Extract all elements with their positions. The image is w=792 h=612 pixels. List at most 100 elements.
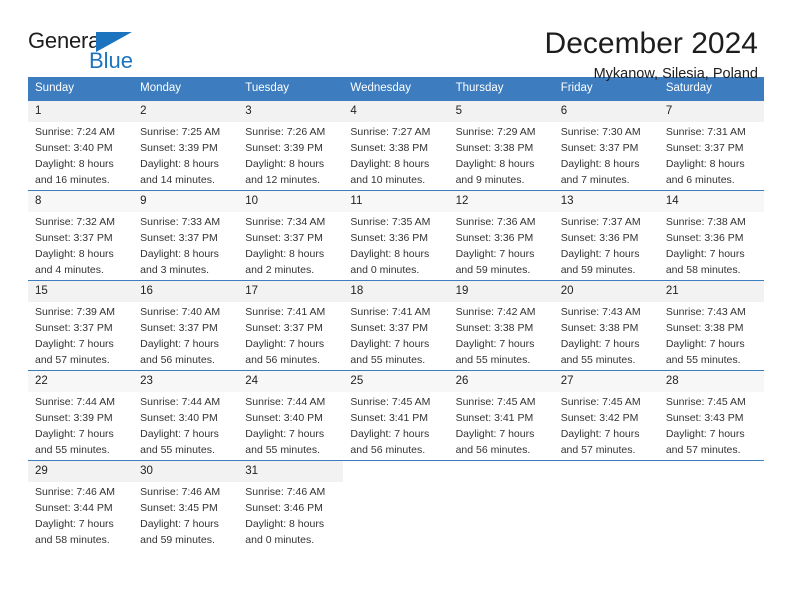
daylight-duration-line1: Daylight: 7 hours: [665, 337, 745, 350]
sunrise-time: Sunrise: 7:46 AM: [245, 485, 326, 498]
calendar-day-cell[interactable]: 28 Sunrise: 7:45 AM Sunset: 3:43 PM Dayligh…: [658, 370, 764, 461]
calendar-week-row: 15 Sunrise: 7:39 AM Sunset: 3:37 PM Dayligh…: [28, 280, 764, 371]
day-details: Sunrise: 7:35 AM Sunset: 3:36 PM Daylight:…: [343, 212, 448, 279]
sunset-time: Sunset: 3:36 PM: [350, 231, 429, 244]
day-number: 15: [28, 281, 134, 302]
title-block: December 2024 Mykanow, Silesia, Poland: [545, 27, 764, 82]
day-cell-inner: 5 Sunrise: 7:29 AM Sunset: 3:38 PM Daylight…: [448, 101, 554, 188]
sunrise-time: Sunrise: 7:45 AM: [560, 395, 641, 408]
calendar-day-cell[interactable]: 14 Sunrise: 7:38 AM Sunset: 3:36 PM Dayligh…: [658, 190, 764, 281]
calendar-day-cell[interactable]: 4 Sunrise: 7:27 AM Sunset: 3:38 PM Daylight…: [343, 100, 449, 191]
calendar-day-cell[interactable]: 21 Sunrise: 7:43 AM Sunset: 3:38 PM Dayligh…: [658, 280, 764, 371]
calendar-day-cell[interactable]: 3 Sunrise: 7:26 AM Sunset: 3:39 PM Daylight…: [238, 100, 344, 191]
day-details: Sunrise: 7:43 AM Sunset: 3:38 PM Daylight:…: [554, 302, 659, 369]
calendar-day-cell[interactable]: 15 Sunrise: 7:39 AM Sunset: 3:37 PM Dayligh…: [28, 280, 134, 371]
calendar-day-cell[interactable]: 5 Sunrise: 7:29 AM Sunset: 3:38 PM Daylight…: [448, 100, 554, 191]
day-cell-inner: 15 Sunrise: 7:39 AM Sunset: 3:37 PM Dayligh…: [28, 281, 134, 369]
calendar-day-cell[interactable]: 25 Sunrise: 7:45 AM Sunset: 3:41 PM Dayligh…: [343, 370, 449, 461]
day-cell-inner: 26 Sunrise: 7:45 AM Sunset: 3:41 PM Dayligh…: [448, 371, 554, 459]
daylight-duration-line2: and 6 minutes.: [665, 173, 735, 186]
sunrise-time: Sunrise: 7:44 AM: [35, 395, 115, 408]
calendar-day-cell[interactable]: 23 Sunrise: 7:44 AM Sunset: 3:40 PM Dayligh…: [133, 370, 239, 461]
sunrise-time: Sunrise: 7:40 AM: [140, 305, 221, 318]
day-cell-inner: 23 Sunrise: 7:44 AM Sunset: 3:40 PM Dayligh…: [133, 371, 239, 458]
day-number: 28: [658, 371, 764, 392]
day-cell-inner: 31 Sunrise: 7:46 AM Sunset: 3:46 PM Dayligh…: [238, 461, 344, 549]
sunset-time: Sunset: 3:38 PM: [350, 141, 429, 154]
day-number: 4: [343, 101, 449, 122]
sunset-time: Sunset: 3:37 PM: [245, 321, 323, 334]
calendar-day-cell[interactable]: 22 Sunrise: 7:44 AM Sunset: 3:39 PM Dayligh…: [28, 370, 134, 461]
day-details: Sunrise: 7:46 AM Sunset: 3:46 PM Daylight:…: [238, 482, 343, 549]
sunrise-time: Sunrise: 7:45 AM: [455, 395, 536, 408]
daylight-duration-line1: Daylight: 8 hours: [245, 517, 325, 530]
calendar-day-cell[interactable]: 9 Sunrise: 7:33 AM Sunset: 3:37 PM Daylight…: [133, 190, 239, 281]
calendar-day-cell[interactable]: 18 Sunrise: 7:41 AM Sunset: 3:37 PM Dayligh…: [343, 280, 449, 371]
day-cell-inner: 14 Sunrise: 7:38 AM Sunset: 3:36 PM Dayligh…: [658, 191, 764, 278]
day-details: Sunrise: 7:26 AM Sunset: 3:39 PM Daylight:…: [238, 122, 343, 189]
day-number: 20: [553, 281, 659, 302]
day-cell-inner: 20 Sunrise: 7:43 AM Sunset: 3:38 PM Dayligh…: [553, 281, 659, 369]
daylight-duration-line1: Daylight: 7 hours: [35, 337, 114, 350]
sunrise-time: Sunrise: 7:32 AM: [35, 215, 115, 228]
day-cell-inner: 9 Sunrise: 7:33 AM Sunset: 3:37 PM Daylight…: [133, 191, 239, 278]
day-number: 13: [553, 191, 659, 212]
day-cell-inner: 1 Sunrise: 7:24 AM Sunset: 3:40 PM Daylight…: [28, 101, 134, 188]
sunset-time: Sunset: 3:40 PM: [245, 411, 323, 424]
calendar-day-cell[interactable]: 8 Sunrise: 7:32 AM Sunset: 3:37 PM Daylight…: [28, 190, 134, 281]
sunrise-time: Sunrise: 7:44 AM: [245, 395, 326, 408]
calendar-day-cell[interactable]: 19 Sunrise: 7:42 AM Sunset: 3:38 PM Dayligh…: [448, 280, 554, 371]
calendar-day-cell[interactable]: 13 Sunrise: 7:37 AM Sunset: 3:36 PM Dayligh…: [553, 190, 659, 281]
calendar-day-cell[interactable]: 12 Sunrise: 7:36 AM Sunset: 3:36 PM Dayligh…: [448, 190, 554, 281]
daylight-duration-line2: and 7 minutes.: [560, 173, 630, 186]
day-details: Sunrise: 7:40 AM Sunset: 3:37 PM Daylight:…: [133, 302, 238, 369]
daylight-duration-line1: Daylight: 7 hours: [455, 427, 535, 440]
calendar-day-cell[interactable]: 26 Sunrise: 7:45 AM Sunset: 3:41 PM Dayligh…: [448, 370, 554, 461]
sunrise-time: Sunrise: 7:34 AM: [245, 215, 326, 228]
daylight-duration-line1: Daylight: 8 hours: [665, 157, 745, 170]
day-number: 11: [343, 191, 449, 212]
daylight-duration-line2: and 9 minutes.: [455, 173, 525, 186]
sunrise-time: Sunrise: 7:44 AM: [140, 395, 221, 408]
sunset-time: Sunset: 3:37 PM: [245, 231, 323, 244]
calendar-day-cell[interactable]: 6 Sunrise: 7:30 AM Sunset: 3:37 PM Daylight…: [553, 100, 659, 191]
calendar-day-cell[interactable]: 1 Sunrise: 7:24 AM Sunset: 3:40 PM Daylight…: [28, 100, 134, 191]
calendar-day-cell[interactable]: 20 Sunrise: 7:43 AM Sunset: 3:38 PM Dayligh…: [553, 280, 659, 371]
sunrise-time: Sunrise: 7:24 AM: [35, 125, 115, 138]
daylight-duration-line1: Daylight: 7 hours: [140, 517, 219, 530]
sunset-time: Sunset: 3:36 PM: [560, 231, 639, 244]
day-cell-inner: 18 Sunrise: 7:41 AM Sunset: 3:37 PM Dayligh…: [343, 281, 449, 368]
calendar-day-cell[interactable]: 7 Sunrise: 7:31 AM Sunset: 3:37 PM Daylight…: [658, 100, 764, 191]
day-details: [554, 469, 659, 472]
day-number: 25: [343, 371, 449, 392]
calendar-day-cell[interactable]: 24 Sunrise: 7:44 AM Sunset: 3:40 PM Dayligh…: [238, 370, 344, 461]
sunset-time: Sunset: 3:45 PM: [140, 501, 218, 514]
daylight-duration-line1: Daylight: 8 hours: [35, 157, 114, 170]
calendar-day-cell[interactable]: 29 Sunrise: 7:46 AM Sunset: 3:44 PM Dayligh…: [28, 460, 134, 551]
calendar-day-cell[interactable]: 31 Sunrise: 7:46 AM Sunset: 3:46 PM Dayligh…: [238, 460, 344, 551]
day-details: Sunrise: 7:45 AM Sunset: 3:41 PM Daylight:…: [449, 392, 554, 459]
day-cell-inner: 21 Sunrise: 7:43 AM Sunset: 3:38 PM Dayligh…: [658, 281, 764, 368]
sunrise-time: Sunrise: 7:33 AM: [140, 215, 221, 228]
day-details: Sunrise: 7:30 AM Sunset: 3:37 PM Daylight:…: [554, 122, 659, 189]
day-number: 30: [133, 461, 239, 482]
sunrise-time: Sunrise: 7:38 AM: [665, 215, 746, 228]
calendar-day-cell[interactable]: 11 Sunrise: 7:35 AM Sunset: 3:36 PM Dayligh…: [343, 190, 449, 281]
daylight-duration-line2: and 56 minutes.: [350, 443, 426, 456]
calendar-day-cell[interactable]: 10 Sunrise: 7:34 AM Sunset: 3:37 PM Dayligh…: [238, 190, 344, 281]
calendar-day-cell[interactable]: 17 Sunrise: 7:41 AM Sunset: 3:37 PM Dayligh…: [238, 280, 344, 371]
weekday-header-sunday: Sunday: [28, 77, 134, 101]
day-details: Sunrise: 7:39 AM Sunset: 3:37 PM Daylight:…: [28, 302, 133, 369]
daylight-duration-line1: Daylight: 8 hours: [245, 157, 325, 170]
day-cell-inner: 16 Sunrise: 7:40 AM Sunset: 3:37 PM Dayligh…: [133, 281, 239, 369]
calendar-week-row: 1 Sunrise: 7:24 AM Sunset: 3:40 PM Daylight…: [28, 100, 764, 191]
daylight-duration-line2: and 58 minutes.: [665, 263, 741, 276]
calendar-day-cell[interactable]: 2 Sunrise: 7:25 AM Sunset: 3:39 PM Daylight…: [133, 100, 239, 191]
day-cell-inner: 29 Sunrise: 7:46 AM Sunset: 3:44 PM Dayligh…: [28, 461, 134, 548]
calendar-day-cell[interactable]: 30 Sunrise: 7:46 AM Sunset: 3:45 PM Dayligh…: [133, 460, 239, 551]
calendar-day-cell[interactable]: 27 Sunrise: 7:45 AM Sunset: 3:42 PM Dayligh…: [553, 370, 659, 461]
calendar-day-cell[interactable]: 16 Sunrise: 7:40 AM Sunset: 3:37 PM Dayligh…: [133, 280, 239, 371]
daylight-duration-line2: and 56 minutes.: [455, 443, 531, 456]
daylight-duration-line1: Daylight: 7 hours: [665, 427, 745, 440]
sunset-time: Sunset: 3:40 PM: [140, 411, 218, 424]
